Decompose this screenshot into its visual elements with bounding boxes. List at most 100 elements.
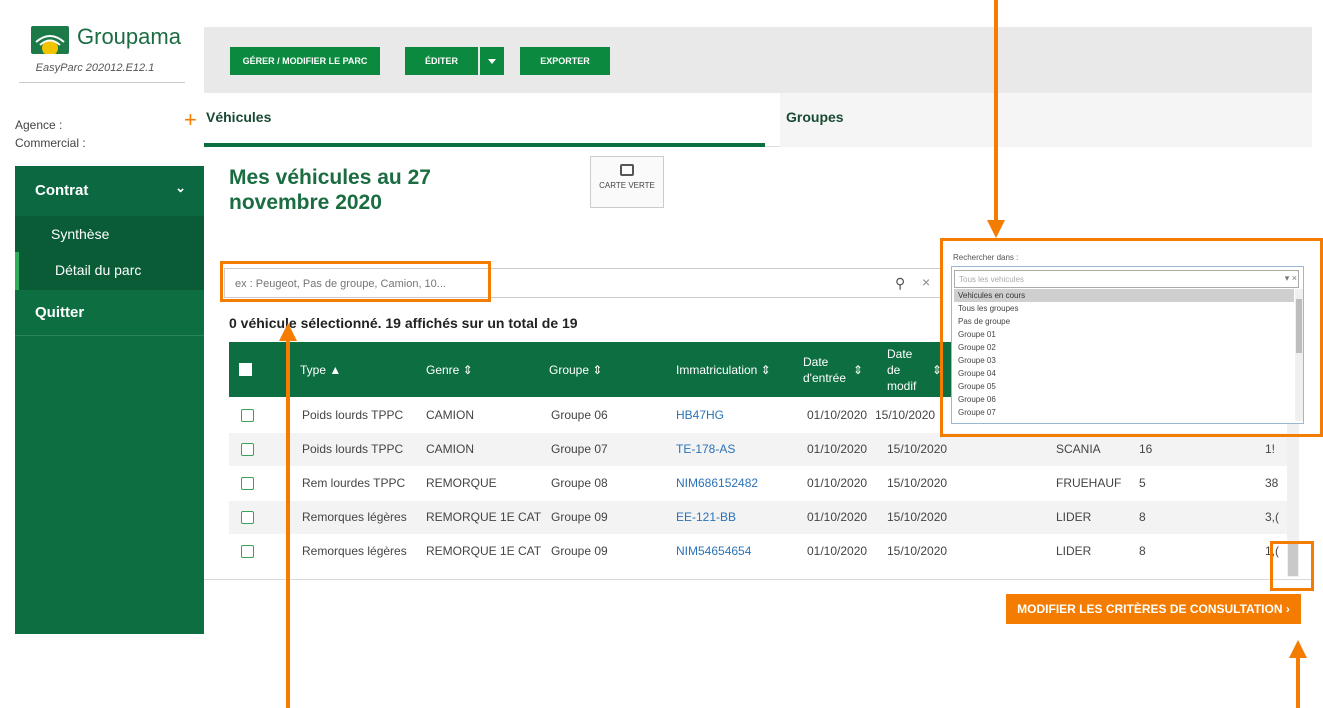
cell-groupe: Groupe 09 <box>551 510 608 524</box>
cell-nb: 16 <box>1139 442 1153 456</box>
row-checkbox[interactable] <box>241 545 254 558</box>
exporter-button[interactable]: EXPORTER <box>520 47 610 75</box>
commercial-label: Commercial : <box>15 136 86 150</box>
table-row[interactable]: Poids lourds TPPC CAMION Groupe 07 TE-17… <box>229 433 1287 466</box>
select-all-checkbox[interactable] <box>239 342 252 397</box>
table-row[interactable]: Remorques légères REMORQUE 1E CAT Groupe… <box>229 501 1287 534</box>
sidebar-item-synthese[interactable]: Synthèse <box>15 216 204 252</box>
cell-genre: CAMION <box>426 442 474 456</box>
cell-groupe: Groupe 07 <box>551 442 608 456</box>
cell-genre: REMORQUE 1E CAT <box>426 510 542 524</box>
row-checkbox[interactable] <box>241 511 254 524</box>
cell-date-modif: 15/10/2020 <box>887 510 948 524</box>
cell-immatriculation-link[interactable]: TE-178-AS <box>676 433 735 466</box>
cell-groupe: Groupe 09 <box>551 544 608 558</box>
cell-marque: LIDER <box>1056 544 1092 558</box>
annotation-arrow <box>994 0 998 222</box>
agence-label: Agence : <box>15 118 63 132</box>
groupama-logo-icon <box>31 26 69 54</box>
app-version: EasyParc 202012.E12.1 <box>35 62 155 74</box>
chevron-down-icon: ⌄ <box>175 180 186 195</box>
logo-area: Groupama EasyParc 202012.E12.1 <box>15 0 204 86</box>
row-checkbox[interactable] <box>241 477 254 490</box>
cell-date-entree: 01/10/2020 <box>807 544 868 558</box>
annotation-box-scrollbar <box>1270 541 1314 591</box>
annotation-arrowhead <box>279 323 297 341</box>
editer-dropdown-button[interactable] <box>480 47 504 75</box>
divider <box>204 579 1312 580</box>
cell-marque: LIDER <box>1056 510 1092 524</box>
caret-down-icon <box>488 59 496 65</box>
toolbar: GÉRER / MODIFIER LE PARC ÉDITER EXPORTER <box>204 27 1312 93</box>
table-row[interactable]: Rem lourdes TPPC REMORQUE Groupe 08 NIM6… <box>229 467 1287 500</box>
cell-type: Remorques légères <box>302 544 407 558</box>
cell-nb: 8 <box>1139 544 1146 558</box>
cell-marque: SCANIA <box>1056 442 1101 456</box>
cell-date-modif: 15/10/2020 <box>875 408 936 422</box>
modifier-criteres-label: MODIFIER LES CRITÈRES DE CONSULTATION <box>1017 602 1283 616</box>
annotation-arrow <box>286 340 290 708</box>
annotation-arrow <box>1296 658 1300 708</box>
cell-immatriculation-link[interactable]: NIM54654654 <box>676 535 751 568</box>
brand-name: Groupama <box>77 24 181 49</box>
column-header-immatriculation[interactable]: Immatriculation ⇕ <box>676 342 771 397</box>
cell-groupe: Groupe 06 <box>551 408 608 422</box>
column-header-date-modif[interactable]: Date de modif ⇕ <box>887 342 942 397</box>
cell-type: Rem lourdes TPPC <box>302 476 406 490</box>
tab-vehicules[interactable]: Véhicules <box>204 93 765 147</box>
cell-immatriculation-link[interactable]: EE-121-BB <box>676 501 736 534</box>
cell-groupe: Groupe 08 <box>551 476 608 490</box>
card-icon <box>620 164 634 176</box>
cell-immatriculation-link[interactable]: HB47HG <box>676 399 724 432</box>
cell-type: Poids lourds TPPC <box>302 408 404 422</box>
search-icon[interactable]: ⚲ <box>895 275 905 292</box>
cell-date-modif: 15/10/2020 <box>887 476 948 490</box>
cell-type: Remorques légères <box>302 510 407 524</box>
sidebar: Groupama EasyParc 202012.E12.1 Agence : … <box>15 0 204 634</box>
cell-marque: FRUEHAUF <box>1056 476 1122 490</box>
gerer-parc-button[interactable]: GÉRER / MODIFIER LE PARC <box>230 47 380 75</box>
row-checkbox[interactable] <box>241 443 254 456</box>
cell-truncated: 1! <box>1265 442 1276 456</box>
sidebar-item-quitter[interactable]: Quitter <box>15 290 204 336</box>
cell-type: Poids lourds TPPC <box>302 442 404 456</box>
cell-date-modif: 15/10/2020 <box>887 442 948 456</box>
tab-bar: Véhicules Groupes <box>204 93 1312 147</box>
cell-date-entree: 01/10/2020 <box>807 510 868 524</box>
modifier-criteres-button[interactable]: MODIFIER LES CRITÈRES DE CONSULTATION › <box>1006 594 1301 624</box>
annotation-box-filter <box>940 238 1323 437</box>
sidebar-item-contrat[interactable]: Contrat ⌄ <box>15 166 204 216</box>
annotation-arrowhead <box>1289 640 1307 658</box>
editer-button[interactable]: ÉDITER <box>405 47 478 75</box>
table-row[interactable]: Remorques légères REMORQUE 1E CAT Groupe… <box>229 535 1287 568</box>
sidebar-menu: Contrat ⌄ Synthèse Détail du parc Quitte… <box>15 166 204 634</box>
carte-verte-button[interactable]: CARTE VERTE <box>590 156 664 208</box>
column-header-groupe[interactable]: Groupe ⇕ <box>549 342 602 397</box>
cell-genre: CAMION <box>426 408 474 422</box>
cell-date-entree: 01/10/2020 <box>807 408 868 422</box>
page-title: Mes véhicules au 27 novembre 2020 <box>229 166 431 214</box>
sidebar-item-label: Contrat <box>35 182 89 199</box>
cell-immatriculation-link[interactable]: NIM686152482 <box>676 467 758 500</box>
row-checkbox[interactable] <box>241 409 254 422</box>
cell-date-entree: 01/10/2020 <box>807 442 868 456</box>
column-header-type[interactable]: Type ▲ <box>300 342 341 397</box>
cell-date-entree: 01/10/2020 <box>807 476 868 490</box>
cell-genre: REMORQUE 1E CAT <box>426 544 542 558</box>
column-header-date-entree[interactable]: Date d'entrée ⇕ <box>803 342 863 397</box>
cell-truncated: 38 <box>1265 476 1279 490</box>
tab-groupes[interactable]: Groupes <box>780 93 1312 147</box>
cell-nb: 8 <box>1139 510 1146 524</box>
carte-verte-label: CARTE VERTE <box>599 181 655 190</box>
plus-icon[interactable]: + <box>184 107 197 133</box>
column-header-genre[interactable]: Genre ⇕ <box>426 342 473 397</box>
divider <box>19 82 185 83</box>
annotation-arrowhead <box>987 220 1005 238</box>
cell-date-modif: 15/10/2020 <box>887 544 948 558</box>
cell-nb: 5 <box>1139 476 1146 490</box>
close-icon[interactable]: × <box>922 274 930 290</box>
cell-genre: REMORQUE <box>426 476 497 490</box>
cell-truncated: 3,( <box>1265 510 1280 524</box>
sidebar-item-detail-parc[interactable]: Détail du parc <box>15 252 204 290</box>
annotation-box-search <box>220 261 491 302</box>
